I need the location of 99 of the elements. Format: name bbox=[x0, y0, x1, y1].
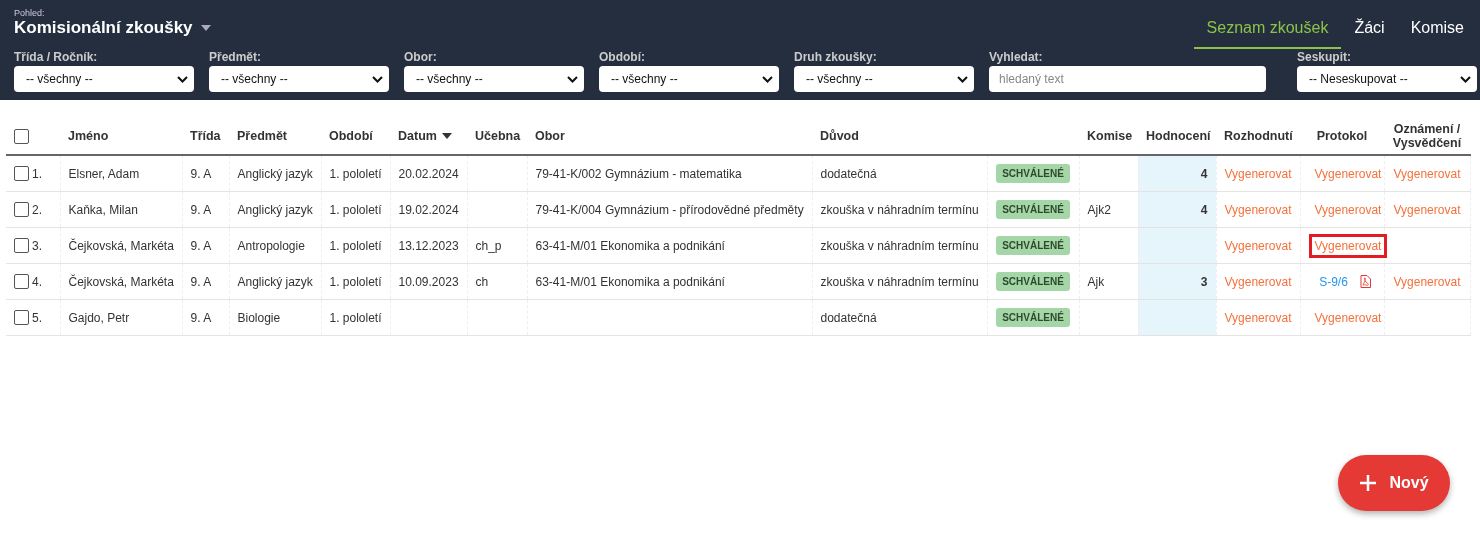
reason-cell: dodatečná bbox=[820, 166, 877, 181]
column-header[interactable]: Důvod bbox=[820, 129, 859, 143]
reason-cell: zkouška v náhradním termínu bbox=[820, 202, 979, 217]
class-cell: 9. A bbox=[190, 238, 212, 253]
subject-cell: Anglický jazyk bbox=[237, 166, 313, 181]
filter-label: Vyhledat: bbox=[989, 50, 1044, 63]
view-label: Pohled: bbox=[14, 8, 46, 18]
view-dropdown[interactable]: Komisionální zkoušky bbox=[14, 18, 211, 38]
pdf-icon[interactable] bbox=[1359, 275, 1371, 288]
period-cell: 1. pololetí bbox=[329, 310, 382, 325]
row-checkbox[interactable] bbox=[14, 202, 29, 218]
date-cell: 20.02.2024 bbox=[398, 166, 459, 181]
filter-select[interactable]: -- Neseskupovat -- bbox=[1297, 66, 1477, 92]
column-header[interactable]: Jméno bbox=[68, 129, 109, 143]
field-cell: 79-41-K/004 Gymnázium - přírodovědné předměty bbox=[535, 202, 804, 217]
status-badge: SCHVÁLENÉ bbox=[996, 164, 1070, 183]
chevron-icon bbox=[567, 75, 578, 83]
date-cell: 19.02.2024 bbox=[398, 202, 459, 217]
status-badge: SCHVÁLENÉ bbox=[996, 200, 1070, 219]
column-header[interactable]: Období bbox=[329, 129, 373, 143]
subject-cell: Anglický jazyk bbox=[237, 202, 313, 217]
row-number: 2. bbox=[32, 202, 42, 217]
nav-tab[interactable]: Žáci bbox=[1341, 11, 1398, 49]
filter-select[interactable]: -- všechny -- bbox=[14, 66, 194, 92]
status-badge: SCHVÁLENÉ bbox=[996, 308, 1070, 327]
chevron-icon bbox=[762, 75, 773, 83]
class-cell: 9. A bbox=[190, 310, 212, 325]
date-cell: 10.09.2023 bbox=[398, 274, 459, 289]
caret-icon bbox=[200, 25, 211, 31]
chevron-icon bbox=[957, 75, 968, 83]
nav-tab[interactable]: Komise bbox=[1397, 11, 1477, 49]
filter-select[interactable]: -- všechny -- bbox=[404, 66, 584, 92]
room-cell: ch bbox=[475, 274, 489, 289]
chevron-icon bbox=[177, 75, 188, 83]
caret-icon bbox=[441, 133, 452, 139]
period-cell: 1. pololetí bbox=[329, 274, 382, 289]
student-name: Elsner, Adam bbox=[68, 166, 140, 181]
student-name: Kaňka, Milan bbox=[68, 202, 138, 217]
nav-tab[interactable]: Seznam zkoušek bbox=[1193, 11, 1342, 49]
date-cell: 13.12.2023 bbox=[398, 238, 459, 253]
field-cell: 63-41-M/01 Ekonomika a podnikání bbox=[535, 274, 725, 289]
filter-label: Předmět: bbox=[209, 50, 262, 63]
column-header[interactable]: Obor bbox=[535, 129, 565, 143]
search-field[interactable]: hledaný text bbox=[989, 66, 1266, 92]
grade-cell: 3 bbox=[1200, 274, 1208, 289]
subject-cell: Biologie bbox=[237, 310, 281, 325]
commission-cell: Ajk2 bbox=[1087, 202, 1111, 217]
period-cell: 1. pololetí bbox=[329, 238, 382, 253]
column-header[interactable]: Datum bbox=[398, 129, 452, 143]
chevron-icon bbox=[372, 75, 383, 83]
filter-label: Obor: bbox=[404, 50, 438, 63]
select-all-checkbox[interactable] bbox=[14, 128, 29, 144]
grade-cell: 4 bbox=[1200, 202, 1208, 217]
chevron-icon bbox=[1460, 75, 1471, 83]
column-header[interactable]: Hodnocení bbox=[1146, 129, 1211, 143]
column-header[interactable]: Rozhodnutí bbox=[1224, 129, 1293, 143]
row-number: 3. bbox=[32, 238, 42, 253]
column-header[interactable]: Učebna bbox=[475, 129, 521, 143]
reason-cell: zkouška v náhradním termínu bbox=[820, 274, 979, 289]
filter-label: Seskupit: bbox=[1297, 50, 1352, 63]
filter-select[interactable]: -- všechny -- bbox=[794, 66, 974, 92]
column-header[interactable]: Komise bbox=[1087, 129, 1133, 143]
grade-cell: 4 bbox=[1200, 166, 1208, 181]
student-name: Čejkovská, Markéta bbox=[68, 274, 174, 289]
row-checkbox[interactable] bbox=[14, 166, 29, 182]
status-badge: SCHVÁLENÉ bbox=[996, 272, 1070, 291]
class-cell: 9. A bbox=[190, 166, 212, 181]
filter-label: Třída / Ročník: bbox=[14, 50, 99, 63]
period-cell: 1. pololetí bbox=[329, 166, 382, 181]
subject-cell: Antropologie bbox=[237, 238, 305, 253]
row-checkbox[interactable] bbox=[14, 238, 29, 254]
row-checkbox[interactable] bbox=[14, 310, 29, 326]
field-cell: 63-41-M/01 Ekonomika a podnikání bbox=[535, 238, 725, 253]
subject-cell: Anglický jazyk bbox=[237, 274, 313, 289]
class-cell: 9. A bbox=[190, 274, 212, 289]
period-cell: 1. pololetí bbox=[329, 202, 382, 217]
filter-label: Období: bbox=[599, 50, 646, 63]
row-number: 5. bbox=[32, 310, 42, 325]
room-cell: ch_p bbox=[475, 238, 502, 253]
field-cell: 79-41-K/002 Gymnázium - matematika bbox=[535, 166, 742, 181]
student-name: Gajdo, Petr bbox=[68, 310, 130, 325]
student-name: Čejkovská, Markéta bbox=[68, 238, 174, 253]
row-number: 4. bbox=[32, 274, 42, 289]
new-button[interactable]: Nový bbox=[1338, 455, 1450, 511]
column-header[interactable]: Protokol bbox=[1316, 129, 1368, 143]
plus-icon bbox=[1359, 474, 1378, 492]
filter-select[interactable]: -- všechny -- bbox=[209, 66, 389, 92]
column-header[interactable]: Předmět bbox=[237, 129, 288, 143]
filter-label: Druh zkoušky: bbox=[794, 50, 878, 63]
class-cell: 9. A bbox=[190, 202, 212, 217]
row-checkbox[interactable] bbox=[14, 274, 29, 290]
reason-cell: dodatečná bbox=[820, 310, 877, 325]
row-number: 1. bbox=[32, 166, 42, 181]
column-header[interactable]: Třída bbox=[190, 129, 221, 143]
commission-cell: Ajk bbox=[1087, 274, 1105, 289]
column-header[interactable]: Oznámení / Vysvědčení bbox=[1392, 122, 1462, 150]
status-badge: SCHVÁLENÉ bbox=[996, 236, 1070, 255]
reason-cell: zkouška v náhradním termínu bbox=[820, 238, 979, 253]
filter-select[interactable]: -- všechny -- bbox=[599, 66, 779, 92]
